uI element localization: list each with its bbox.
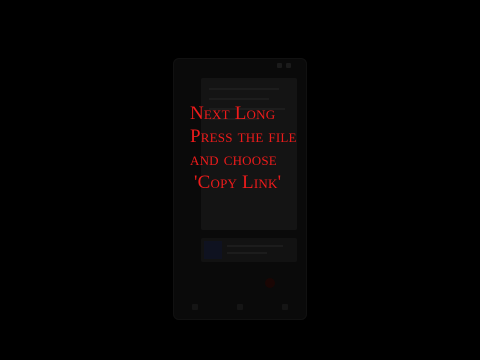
video-frame: Next Long Press the file and choose 'Cop… [0, 0, 480, 360]
instruction-line-4: 'Copy Link' [194, 172, 282, 193]
back-icon[interactable] [192, 304, 199, 310]
file-name-line [227, 245, 283, 247]
add-icon[interactable] [265, 278, 275, 288]
dialog-line [209, 98, 269, 100]
instruction-line-1: Next Long [190, 103, 276, 124]
instruction-line-2: Press the file [190, 126, 297, 147]
file-meta-line [227, 252, 267, 254]
status-icons [277, 63, 291, 68]
file-thumbnail-icon [204, 241, 222, 259]
file-list-item[interactable] [201, 238, 297, 262]
signal-icon [277, 63, 282, 68]
status-bar [173, 58, 307, 72]
navigation-bar [173, 300, 307, 314]
dialog-line [209, 88, 279, 90]
instruction-line-3: and choose [190, 149, 277, 170]
instruction-overlay: Next Long Press the file and choose 'Cop… [190, 102, 297, 194]
recents-icon[interactable] [281, 304, 288, 310]
battery-icon [286, 63, 291, 68]
home-icon[interactable] [236, 304, 243, 310]
